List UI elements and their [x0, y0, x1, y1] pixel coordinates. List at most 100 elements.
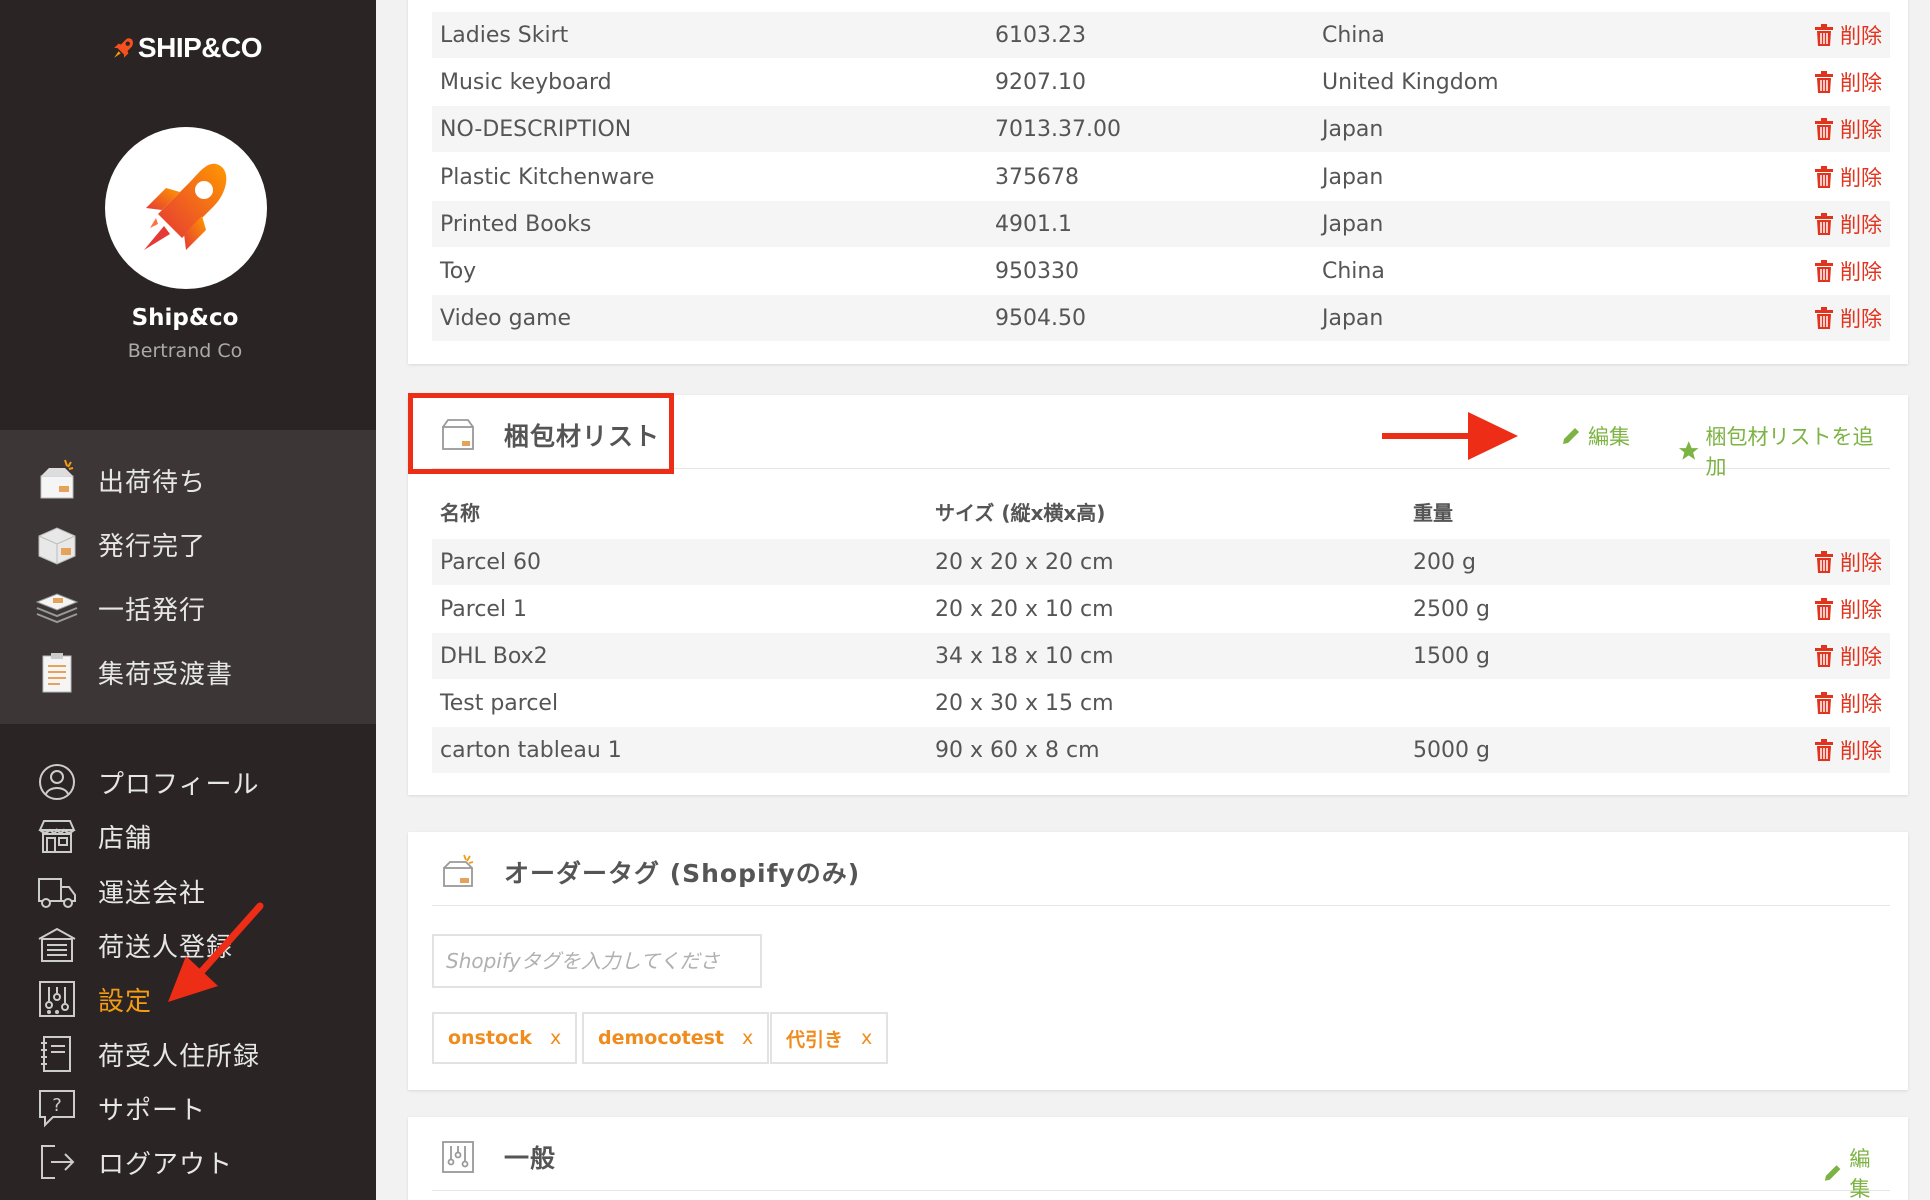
product-name: Music keyboard	[440, 69, 612, 95]
delete-button[interactable]: 削除	[1814, 641, 1882, 671]
remove-tag-button[interactable]: x	[861, 1027, 872, 1049]
remove-tag-button[interactable]: x	[742, 1027, 753, 1049]
general-title: 一般	[504, 1144, 557, 1173]
nav-item-pending[interactable]: 出荷待ち	[0, 454, 376, 506]
logo[interactable]: SHIP&CO	[112, 20, 263, 76]
product-origin: China	[1322, 22, 1385, 48]
remove-tag-button[interactable]: x	[550, 1027, 561, 1049]
nav-label: 店舗	[98, 823, 153, 854]
table-row: Video game 9504.50 Japan 削除	[432, 295, 1890, 341]
delete-button[interactable]: 削除	[1814, 735, 1882, 765]
stack-icon	[34, 585, 80, 631]
nav-item-address-book[interactable]: 荷受人住所録	[0, 1028, 376, 1080]
delete-button[interactable]: 削除	[1814, 162, 1882, 192]
nav-item-issued[interactable]: 発行完了	[0, 518, 376, 570]
logout-icon	[34, 1139, 80, 1185]
tag-label: democotest	[598, 1027, 725, 1049]
delete-button[interactable]: 削除	[1814, 594, 1882, 624]
pencil-icon	[1824, 1165, 1841, 1181]
delete-button[interactable]: 削除	[1814, 209, 1882, 239]
edit-general-link[interactable]: 編集	[1822, 1143, 1890, 1200]
address-book-icon	[34, 1031, 80, 1077]
packaging-name: Parcel 60	[440, 549, 542, 575]
packaging-size: 34 x 18 x 10 cm	[935, 643, 1114, 669]
nav-label: 設定	[98, 986, 153, 1017]
annotation-arrow-edit	[1382, 412, 1518, 460]
add-label: 梱包材リストを追加	[1705, 425, 1874, 479]
brand-name: Ship&co	[131, 305, 239, 331]
delete-label: 削除	[1840, 645, 1882, 669]
trash-icon	[1815, 551, 1833, 573]
nav-item-support[interactable]: ? サポート	[0, 1082, 376, 1134]
general-card-header: 一般 編集	[432, 1117, 1890, 1200]
table-row: Plastic Kitchenware 375678 Japan 削除	[432, 154, 1890, 200]
packaging-weight: 1500 g	[1413, 643, 1490, 669]
tag-chip: onstock x	[432, 1012, 578, 1064]
delete-label: 削除	[1840, 692, 1882, 716]
delete-label: 削除	[1840, 307, 1882, 331]
delete-button[interactable]: 削除	[1814, 67, 1882, 97]
table-row: carton tableau 1 90 x 60 x 8 cm 5000 g 削…	[432, 727, 1890, 773]
box-open-icon	[443, 854, 474, 887]
delete-button[interactable]: 削除	[1814, 547, 1882, 577]
product-name: NO-DESCRIPTION	[440, 116, 632, 142]
tag-input[interactable]	[432, 934, 762, 988]
product-origin: Japan	[1322, 211, 1384, 237]
delete-button[interactable]: 削除	[1814, 303, 1882, 333]
rocket-logo-icon	[114, 38, 133, 58]
column-header-name: 名称	[440, 501, 480, 525]
nav-item-pickup[interactable]: 集荷受渡書	[0, 646, 376, 698]
trash-icon	[1815, 739, 1833, 761]
star-icon	[1678, 441, 1699, 460]
nav-item-store[interactable]: 店舗	[0, 810, 376, 862]
svg-text:?: ?	[52, 1095, 62, 1116]
nav-label: 荷受人住所録	[98, 1041, 261, 1072]
nav-item-profile[interactable]: プロフィール	[0, 756, 376, 808]
nav-item-logout[interactable]: ログアウト	[0, 1136, 376, 1188]
delete-button[interactable]: 削除	[1814, 20, 1882, 50]
product-origin: China	[1322, 258, 1385, 284]
brand-subtitle: Bertrand Co	[127, 340, 243, 362]
nav-label: 集荷受渡書	[98, 659, 234, 690]
pencil-icon	[1563, 428, 1579, 444]
delete-button[interactable]: 削除	[1814, 688, 1882, 718]
store-icon	[34, 813, 80, 859]
product-code: 4901.1	[995, 211, 1072, 237]
nav-label: 一括発行	[98, 595, 207, 626]
product-code: 7013.37.00	[995, 116, 1121, 142]
order-tags-card: オーダータグ (Shopifyのみ) onstock x democotest …	[408, 832, 1908, 1090]
delete-label: 削除	[1840, 118, 1882, 142]
product-origin: Japan	[1322, 116, 1384, 142]
logo-text: SHIP&CO	[137, 32, 263, 63]
packaging-size: 20 x 20 x 20 cm	[935, 549, 1114, 575]
delete-button[interactable]: 削除	[1814, 114, 1882, 144]
nav-label: 出荷待ち	[98, 467, 207, 498]
delete-label: 削除	[1840, 260, 1882, 284]
trash-icon	[1815, 692, 1833, 714]
add-packaging-link[interactable]: 梱包材リストを追加	[1678, 421, 1890, 481]
tag-chip: 代引き x	[770, 1012, 889, 1064]
warehouse-icon	[34, 922, 80, 968]
avatar[interactable]	[105, 127, 267, 289]
products-card: Ladies Skirt 6103.23 China 削除 Music keyb…	[408, 0, 1908, 364]
packaging-size: 20 x 30 x 15 cm	[935, 690, 1114, 716]
tag-chip: democotest x	[582, 1012, 770, 1064]
trash-icon	[1815, 645, 1833, 667]
trash-icon	[1815, 71, 1833, 93]
product-code: 6103.23	[995, 22, 1086, 48]
table-row: Music keyboard 9207.10 United Kingdom 削除	[432, 59, 1890, 105]
product-name: Plastic Kitchenware	[440, 164, 655, 190]
nav-label: 発行完了	[98, 531, 207, 562]
nav-item-batch[interactable]: 一括発行	[0, 582, 376, 634]
delete-button[interactable]: 削除	[1814, 256, 1882, 286]
delete-label: 削除	[1840, 598, 1882, 622]
packaging-weight: 200 g	[1413, 549, 1476, 575]
rocket-avatar-icon	[144, 163, 227, 250]
product-code: 9207.10	[995, 69, 1086, 95]
packaging-name: Parcel 1	[440, 596, 528, 622]
product-code: 9504.50	[995, 305, 1086, 331]
product-name: Video game	[440, 305, 572, 331]
tag-label: 代引き	[786, 1028, 844, 1051]
tag-label: onstock	[448, 1027, 532, 1049]
edit-packaging-link[interactable]: 編集	[1560, 421, 1630, 451]
